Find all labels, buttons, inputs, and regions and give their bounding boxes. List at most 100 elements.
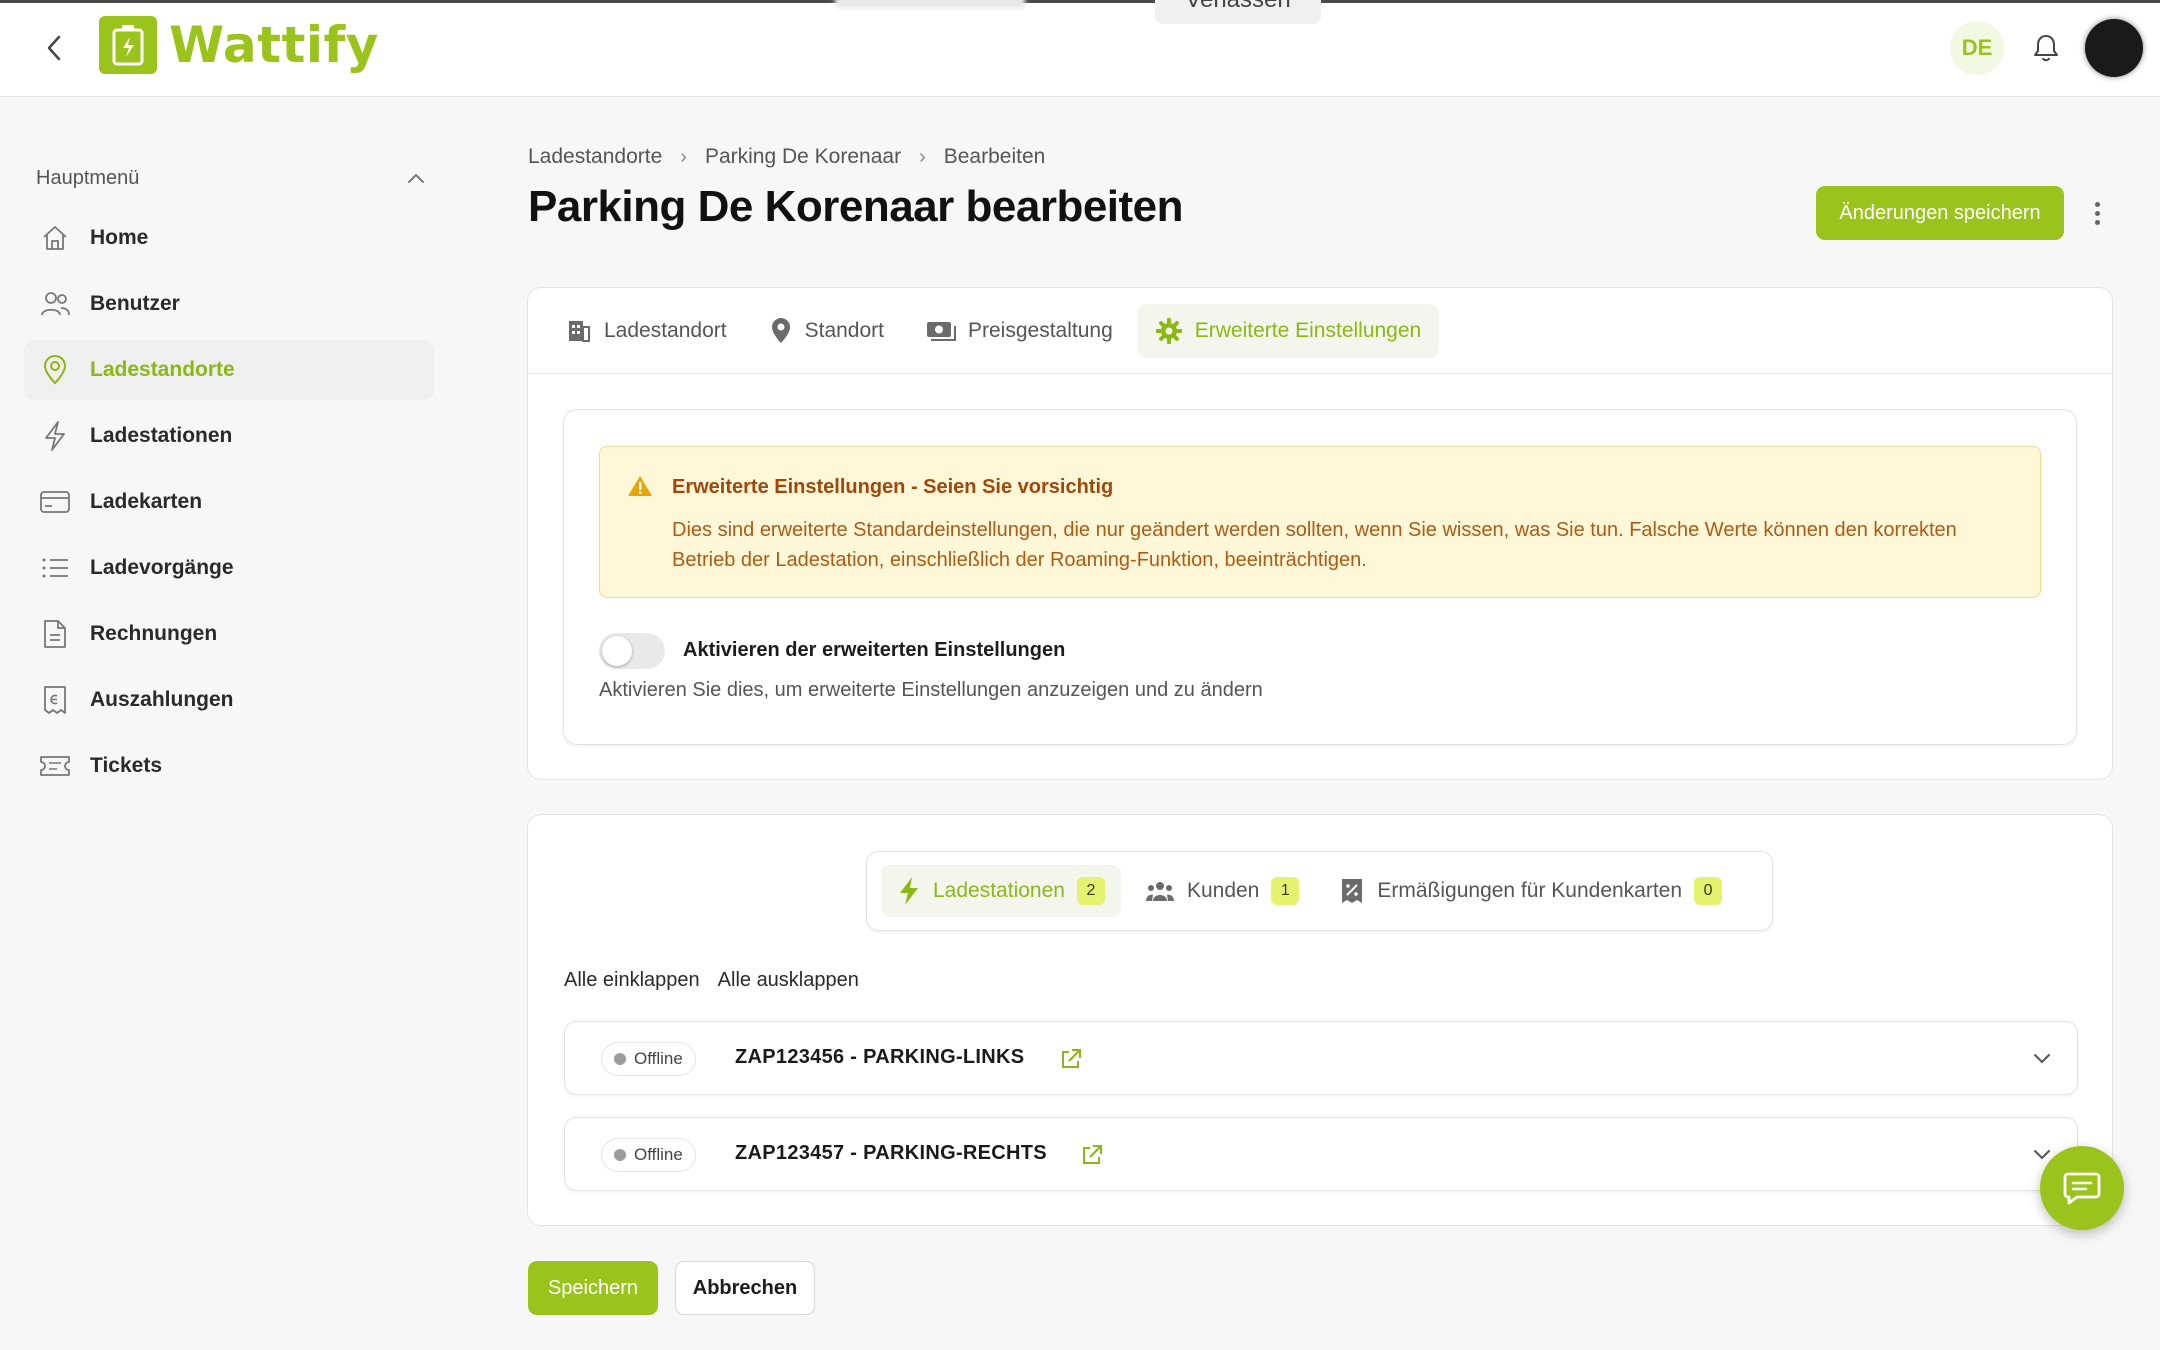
chevron-down-icon [2034,1054,2050,1064]
sidebar-item-label: Ladekarten [90,490,203,513]
money-icon [927,322,956,341]
leave-button[interactable]: Verlassen [1155,0,1321,24]
notifications-button[interactable] [2025,27,2067,69]
advanced-settings-toggle[interactable] [599,633,665,669]
sidebar-item-home[interactable]: Home [24,208,434,268]
bell-icon [2034,35,2058,62]
sidebar-item-label: Benutzer [90,292,180,315]
alert-text: Dies sind erweiterte Standardeinstellung… [672,519,1957,571]
external-link-icon[interactable] [1079,1142,1105,1168]
subtab-kunden[interactable]: Kunden 1 [1129,865,1315,917]
subtab-ladestationen[interactable]: Ladestationen 2 [881,865,1121,917]
battery-logo-icon [99,16,157,74]
chat-button[interactable] [2040,1146,2124,1230]
language-switcher[interactable]: DE [1950,21,2004,75]
related-items-card: Ladestationen 2 Kunden 1 Ermäßigungen fü… [527,814,2113,1226]
more-options-button[interactable] [2082,196,2112,230]
top-bar: Wattify Verlassen DE [0,0,2160,97]
advanced-settings-panel: Erweiterte Einstellungen - Seien Sie vor… [563,409,2077,745]
lightning-icon [38,419,72,453]
alert-title: Erweiterte Einstellungen - Seien Sie vor… [672,476,1114,498]
kebab-dot [2094,219,2100,225]
external-link-icon[interactable] [1058,1046,1084,1072]
chevron-right-icon: › [680,145,687,168]
status-badge: Offline [601,1042,696,1076]
receipt-icon [38,683,72,717]
tab-ladestandort[interactable]: Ladestandort [548,304,745,358]
tab-standort[interactable]: Standort [751,304,902,358]
users-icon [38,287,72,321]
expand-button[interactable] [2027,1044,2057,1074]
main-menu-title: Hauptmenü [36,166,140,189]
breadcrumb-ladestandorte[interactable]: Ladestandorte [528,145,662,169]
tabs-divider [528,373,2112,374]
collapse-all-link[interactable]: Alle einklappen [564,969,700,992]
sidebar-item-auszahlungen[interactable]: Auszahlungen [24,670,434,730]
status-dot [614,1149,626,1161]
tab-label: Erweiterte Einstellungen [1194,319,1422,342]
status-dot [614,1053,626,1065]
toggle-knob [602,636,632,666]
station-name: ZAP123457 - PARKING-RECHTS [735,1142,1047,1164]
warning-icon [628,476,652,496]
user-avatar[interactable] [2085,19,2143,77]
sidebar-item-ladestandorte[interactable]: Ladestandorte [24,340,434,400]
edit-tabs: Ladestandort Standort Preisgestaltung Er… [548,304,1440,358]
expand-all-link[interactable]: Alle ausklappen [718,969,859,992]
lightning-icon [900,877,918,905]
cancel-button[interactable]: Abbrechen [675,1261,815,1315]
kebab-dot [2094,201,2100,207]
save-button[interactable]: Speichern [528,1261,658,1315]
sidebar-item-label: Home [90,226,149,249]
tab-label: Ladestandort [604,319,727,342]
subtab-label: Ladestationen [933,879,1065,902]
collapse-controls: Alle einklappen Alle ausklappen [564,969,859,992]
document-icon [38,617,72,651]
tab-preisgestaltung[interactable]: Preisgestaltung [908,304,1131,358]
warning-alert: Erweiterte Einstellungen - Seien Sie vor… [599,446,2041,598]
status-label: Offline [634,1049,683,1068]
app-logo[interactable]: Wattify [99,16,379,74]
sidebar-item-ladevorgaenge[interactable]: Ladevorgänge [24,538,434,598]
breadcrumb: Ladestandorte › Parking De Korenaar › Be… [528,145,1045,169]
sidebar-item-ladekarten[interactable]: Ladekarten [24,472,434,532]
tab-label: Standort [804,319,884,342]
station-row[interactable]: Offline ZAP123457 - PARKING-RECHTS [564,1117,2078,1191]
chevron-right-icon: › [919,145,926,168]
top-edge [0,0,2160,3]
count-badge: 0 [1694,877,1723,905]
save-changes-button[interactable]: Änderungen speichern [1816,186,2064,240]
back-button[interactable] [34,28,74,68]
sidebar-item-label: Ladevorgänge [90,556,234,579]
count-badge: 2 [1076,877,1105,905]
station-row[interactable]: Offline ZAP123456 - PARKING-LINKS [564,1021,2078,1095]
home-icon [38,221,72,255]
edit-card: Ladestandort Standort Preisgestaltung Er… [527,287,2113,780]
sidebar-item-tickets[interactable]: Tickets [24,736,434,796]
discount-icon [1342,879,1363,903]
group-icon [1145,882,1174,901]
sidebar: Hauptmenü Home Benutzer Ladestandorte La… [0,98,450,1350]
main-menu-header[interactable]: Hauptmenü [36,162,426,194]
sidebar-item-label: Tickets [90,754,162,777]
kebab-dot [2094,210,2100,216]
toggle-label: Aktivieren der erweiterten Einstellungen [683,639,1066,661]
sidebar-item-label: Ladestandorte [90,358,235,381]
breadcrumb-location[interactable]: Parking De Korenaar [705,145,901,169]
count-badge: 1 [1271,877,1300,905]
breadcrumb-current: Bearbeiten [943,145,1046,168]
status-badge: Offline [601,1138,696,1172]
status-label: Offline [634,1145,683,1164]
gear-icon [1155,318,1182,344]
sidebar-item-ladestationen[interactable]: Ladestationen [24,406,434,466]
tab-erweiterte-einstellungen[interactable]: Erweiterte Einstellungen [1136,304,1440,358]
subtab-ermaessigungen[interactable]: Ermäßigungen für Kundenkarten 0 [1323,865,1738,917]
sidebar-item-label: Rechnungen [90,622,218,645]
sidebar-item-rechnungen[interactable]: Rechnungen [24,604,434,664]
card-icon [38,485,72,519]
sidebar-item-benutzer[interactable]: Benutzer [24,274,434,334]
blurred-banner [835,0,1025,8]
location-pin-icon [38,353,72,387]
station-name: ZAP123456 - PARKING-LINKS [735,1046,1025,1068]
ticket-icon [38,749,72,783]
